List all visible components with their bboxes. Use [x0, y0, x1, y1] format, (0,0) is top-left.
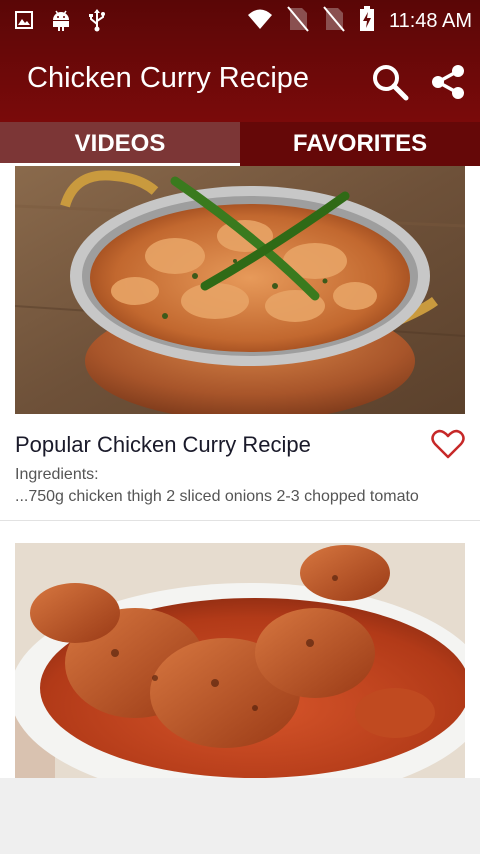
- ingredients-label: Ingredients:: [15, 466, 99, 483]
- recipe-thumbnail[interactable]: [15, 543, 465, 778]
- search-icon: [373, 65, 409, 101]
- tab-videos[interactable]: VIDEOS: [0, 122, 240, 166]
- battery-charging-icon: [359, 6, 375, 36]
- image-icon: [14, 10, 34, 34]
- heart-outline-icon: [431, 429, 465, 459]
- search-button[interactable]: [368, 60, 412, 104]
- recipe-card[interactable]: [15, 543, 465, 778]
- no-sim-icon: [287, 6, 309, 36]
- tab-favorites[interactable]: FAVORITES: [240, 122, 480, 166]
- recipe-feed[interactable]: Popular Chicken Curry Recipe Ingredients…: [0, 166, 480, 778]
- ingredients-text: ...750g chicken thigh 2 sliced onions 2-…: [15, 488, 419, 505]
- usb-icon: [88, 8, 106, 36]
- android-icon: [50, 8, 72, 36]
- no-sim-icon: [323, 6, 345, 36]
- app-bar: Chicken Curry Recipe: [0, 40, 480, 122]
- recipe-card[interactable]: Popular Chicken Curry Recipe Ingredients…: [0, 166, 480, 521]
- recipe-title[interactable]: Popular Chicken Curry Recipe: [15, 432, 311, 458]
- app-title: Chicken Curry Recipe: [27, 62, 310, 94]
- share-button[interactable]: [426, 60, 470, 104]
- bottom-area: [0, 778, 480, 854]
- tab-bar: VIDEOS FAVORITES: [0, 122, 480, 166]
- status-bar: 11:48 AM: [0, 0, 480, 40]
- favorite-button[interactable]: [431, 428, 465, 460]
- status-time: 11:48 AM: [388, 9, 472, 32]
- recipe-thumbnail[interactable]: [15, 166, 465, 414]
- card-divider: [0, 520, 480, 521]
- wifi-icon: [247, 8, 273, 34]
- share-icon: [432, 65, 464, 99]
